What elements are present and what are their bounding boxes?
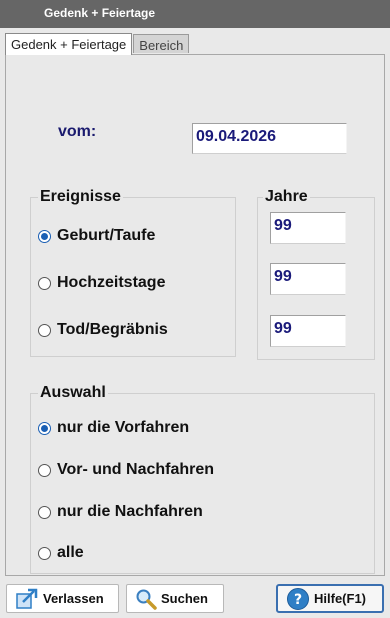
vom-date-field[interactable]: 09.04.2026: [192, 123, 347, 154]
magnifier-icon: [136, 589, 157, 610]
radio-unselected-icon: [38, 505, 51, 519]
radio-label: Vor- und Nachfahren: [57, 461, 215, 478]
radio-geburt-taufe[interactable]: Geburt/Taufe: [38, 227, 155, 245]
radio-hochzeitstage[interactable]: Hochzeitstage: [38, 274, 165, 292]
vom-label: vom:: [58, 123, 97, 140]
jahre-hochzeit-field[interactable]: 99: [270, 263, 346, 295]
radio-nur-vorfahren[interactable]: nur die Vorfahren: [38, 419, 189, 437]
radio-label: Hochzeitstage: [57, 274, 166, 291]
tab-gedenk-feiertage[interactable]: Gedenk + Feiertage: [5, 33, 133, 55]
radio-label: Tod/Begräbnis: [57, 321, 168, 338]
svg-text:?: ?: [294, 592, 302, 608]
jahre-tod-field[interactable]: 99: [270, 315, 346, 347]
button-bar: Verlassen Suchen ? Hilfe(F1): [0, 579, 390, 618]
suchen-button[interactable]: Suchen: [126, 584, 224, 613]
hilfe-button[interactable]: ? Hilfe(F1): [276, 584, 384, 613]
radio-label: nur die Nachfahren: [57, 503, 203, 520]
radio-unselected-icon: [38, 463, 51, 477]
window-title: Gedenk + Feiertage: [0, 0, 390, 28]
radio-unselected-icon: [38, 323, 51, 337]
suchen-label: Suchen: [161, 591, 208, 606]
radio-selected-icon: [38, 421, 51, 435]
radio-label: nur die Vorfahren: [57, 419, 190, 436]
radio-vor-und-nachfahren[interactable]: Vor- und Nachfahren: [38, 461, 214, 479]
tab-panel: vom: 09.04.2026 Ereignisse Geburt/Taufe …: [5, 54, 385, 576]
radio-alle[interactable]: alle: [38, 544, 84, 562]
radio-label: Geburt/Taufe: [57, 227, 156, 244]
tab-bereich[interactable]: Bereich: [133, 34, 190, 53]
hilfe-label: Hilfe(F1): [314, 591, 366, 606]
radio-unselected-icon: [38, 546, 51, 560]
dialog-frame: Gedenk + Feiertage Bereich vom: 09.04.20…: [0, 28, 390, 618]
radio-nur-nachfahren[interactable]: nur die Nachfahren: [38, 503, 203, 521]
verlassen-label: Verlassen: [43, 591, 104, 606]
verlassen-button[interactable]: Verlassen: [6, 584, 119, 613]
exit-arrow-icon: [16, 588, 38, 609]
radio-tod-begraebnis[interactable]: Tod/Begräbnis: [38, 321, 168, 339]
radio-selected-icon: [38, 229, 51, 243]
help-icon: ?: [287, 587, 309, 610]
jahre-title: Jahre: [263, 188, 310, 206]
jahre-geburt-field[interactable]: 99: [270, 212, 346, 244]
radio-unselected-icon: [38, 276, 51, 290]
auswahl-title: Auswahl: [38, 384, 108, 402]
ereignisse-title: Ereignisse: [38, 188, 123, 206]
radio-label: alle: [57, 544, 84, 561]
tab-strip: Gedenk + Feiertage Bereich: [5, 33, 190, 55]
